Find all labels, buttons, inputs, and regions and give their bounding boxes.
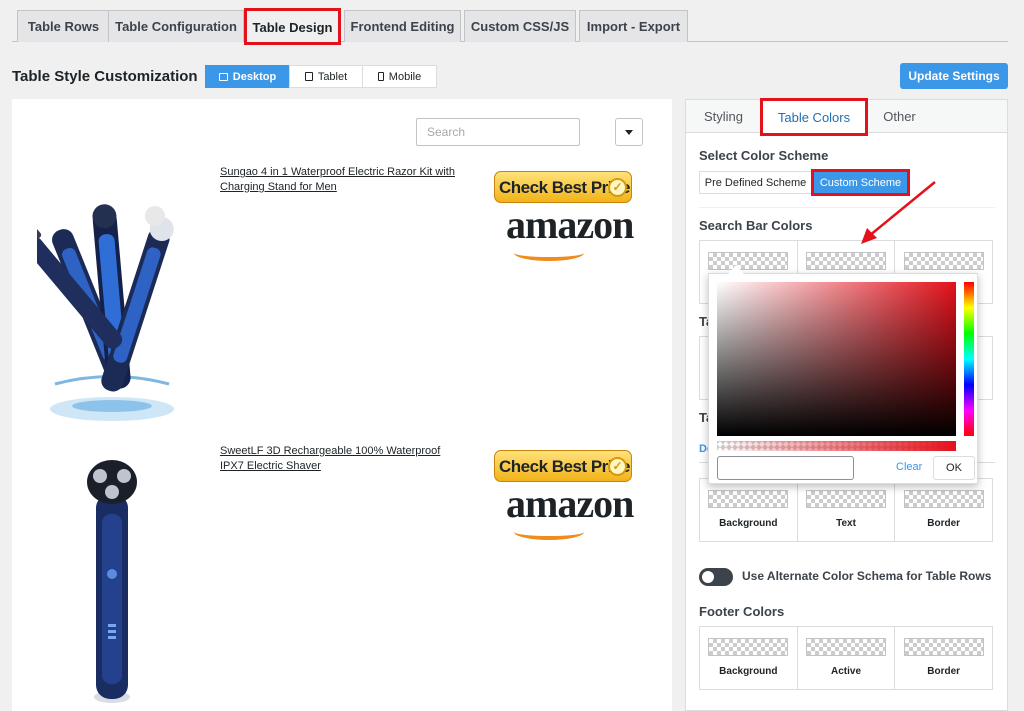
device-mobile-label: Mobile bbox=[388, 70, 422, 83]
footer-color-border[interactable]: Border bbox=[895, 627, 992, 689]
preview-dropdown-button[interactable] bbox=[615, 118, 643, 146]
row-color-grid: Background Text Border bbox=[699, 478, 993, 542]
footer-color-grid: Background Active Border bbox=[699, 626, 993, 690]
device-mobile-button[interactable]: Mobile bbox=[362, 65, 437, 88]
tab-import-export[interactable]: Import - Export bbox=[579, 10, 688, 42]
table-preview: Search Sungao 4 in 1 Waterproof Electric… bbox=[12, 99, 672, 711]
device-tablet-label: Tablet bbox=[317, 70, 348, 83]
saturation-value-area[interactable] bbox=[717, 282, 967, 436]
check-best-price-button[interactable]: Check Best Price ✓ amazon bbox=[494, 450, 634, 545]
chevron-down-icon bbox=[625, 129, 633, 135]
color-picker-popup: Clear OK bbox=[708, 265, 978, 484]
color-swatch bbox=[708, 490, 789, 508]
alpha-slider[interactable] bbox=[717, 441, 956, 451]
color-swatch bbox=[903, 252, 984, 270]
amazon-smile-icon bbox=[514, 524, 584, 540]
color-swatch bbox=[806, 638, 886, 656]
footer-colors-label: Footer Colors bbox=[699, 604, 785, 619]
row-color-background[interactable]: Background bbox=[700, 479, 798, 541]
tab-styling[interactable]: Styling bbox=[686, 100, 761, 133]
swatch-label: Background bbox=[719, 518, 778, 529]
color-swatch bbox=[903, 638, 984, 656]
check-icon: ✓ bbox=[608, 178, 627, 197]
color-swatch bbox=[708, 252, 789, 270]
amazon-logo: amazon bbox=[506, 202, 634, 247]
ok-button[interactable]: OK bbox=[933, 456, 975, 480]
tab-custom-css-js[interactable]: Custom CSS/JS bbox=[464, 10, 576, 42]
color-swatch bbox=[903, 490, 984, 508]
amazon-logo: amazon bbox=[506, 481, 634, 526]
color-swatch bbox=[806, 490, 886, 508]
page-title: Table Style Customization bbox=[12, 68, 198, 85]
annotation-arrow-icon bbox=[861, 181, 936, 244]
search-bar-colors-label: Search Bar Colors bbox=[699, 218, 813, 233]
picker-pointer bbox=[728, 265, 744, 274]
hue-slider[interactable] bbox=[964, 282, 974, 436]
device-desktop-button[interactable]: Desktop bbox=[205, 65, 290, 88]
check-best-price-button[interactable]: Check Best Price ✓ amazon bbox=[494, 171, 634, 266]
toggle-knob bbox=[702, 571, 714, 583]
select-color-scheme-label: Select Color Scheme bbox=[699, 148, 829, 163]
tab-table-design[interactable]: Table Design bbox=[244, 8, 341, 45]
mobile-icon bbox=[377, 72, 384, 81]
product-image-shaver bbox=[87, 460, 137, 703]
alternate-color-toggle[interactable] bbox=[699, 568, 733, 586]
footer-color-background[interactable]: Background bbox=[700, 627, 798, 689]
device-switcher: Desktop Tablet Mobile bbox=[205, 65, 437, 88]
preview-search-input[interactable]: Search bbox=[416, 118, 580, 146]
row-color-border[interactable]: Border bbox=[895, 479, 992, 541]
color-swatch bbox=[806, 252, 886, 270]
tablet-icon bbox=[304, 72, 313, 81]
swatch-label: Border bbox=[927, 666, 961, 677]
alternate-color-label: Use Alternate Color Schema for Table Row… bbox=[742, 569, 992, 583]
swatch-label: Active bbox=[831, 666, 862, 677]
desktop-icon bbox=[218, 72, 228, 81]
device-tablet-button[interactable]: Tablet bbox=[289, 65, 363, 88]
product-title-link[interactable]: Sungao 4 in 1 Waterproof Electric Razor … bbox=[220, 165, 460, 195]
swatch-label: Border bbox=[927, 518, 961, 529]
tab-table-configuration[interactable]: Table Configuration bbox=[108, 10, 244, 42]
cbp-badge: Check Best Price ✓ bbox=[494, 450, 632, 482]
color-swatch bbox=[708, 638, 789, 656]
tab-table-rows[interactable]: Table Rows bbox=[17, 10, 110, 42]
divider bbox=[699, 207, 995, 208]
footer-color-active[interactable]: Active bbox=[798, 627, 896, 689]
amazon-smile-icon bbox=[514, 245, 584, 261]
clear-button[interactable]: Clear bbox=[896, 461, 922, 473]
swatch-label: Text bbox=[836, 518, 856, 529]
top-tab-bar: Table Rows Table Configuration Table Des… bbox=[12, 0, 1008, 45]
predefined-scheme-button[interactable]: Pre Defined Scheme bbox=[699, 171, 812, 194]
device-desktop-label: Desktop bbox=[232, 70, 277, 83]
product-image-razor-kit bbox=[37, 204, 174, 421]
check-icon: ✓ bbox=[608, 457, 627, 476]
tab-other[interactable]: Other bbox=[867, 100, 932, 133]
update-settings-button[interactable]: Update Settings bbox=[900, 63, 1008, 89]
panel-tab-bar: Styling Table Colors Other bbox=[686, 98, 1007, 136]
hex-color-input[interactable] bbox=[717, 456, 854, 480]
tab-frontend-editing[interactable]: Frontend Editing bbox=[344, 10, 461, 42]
swatch-label: Background bbox=[719, 666, 778, 677]
row-color-text[interactable]: Text bbox=[798, 479, 896, 541]
product-title-link[interactable]: SweetLF 3D Rechargeable 100% Waterproof … bbox=[220, 444, 460, 474]
cbp-badge: Check Best Price ✓ bbox=[494, 171, 632, 203]
tab-table-colors[interactable]: Table Colors bbox=[760, 98, 868, 136]
